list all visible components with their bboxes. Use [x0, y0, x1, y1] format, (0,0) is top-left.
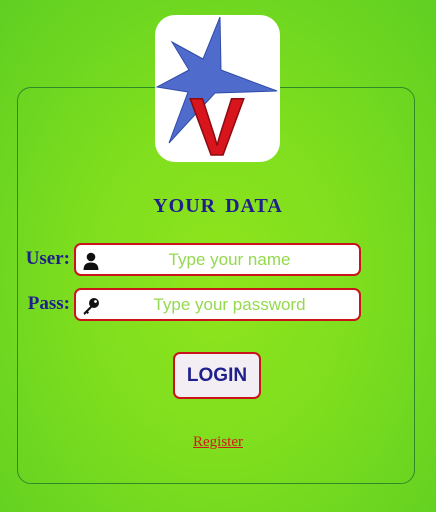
password-input[interactable] — [104, 290, 355, 319]
user-field[interactable] — [74, 243, 361, 276]
star-v-logo-icon: V — [155, 16, 278, 162]
login-button[interactable]: LOGIN — [173, 352, 261, 399]
pass-label: Pass: — [27, 293, 70, 314]
key-icon — [83, 298, 99, 315]
register-link[interactable]: Register — [193, 434, 243, 450]
logo-letter: V — [190, 82, 245, 162]
logo: V — [155, 15, 280, 162]
user-label: User: — [25, 248, 70, 269]
user-input[interactable] — [104, 245, 355, 274]
user-icon — [83, 252, 99, 270]
password-field[interactable] — [74, 288, 361, 321]
register-container: Register — [0, 434, 436, 451]
form-title: YOUR DATA — [153, 195, 283, 217]
